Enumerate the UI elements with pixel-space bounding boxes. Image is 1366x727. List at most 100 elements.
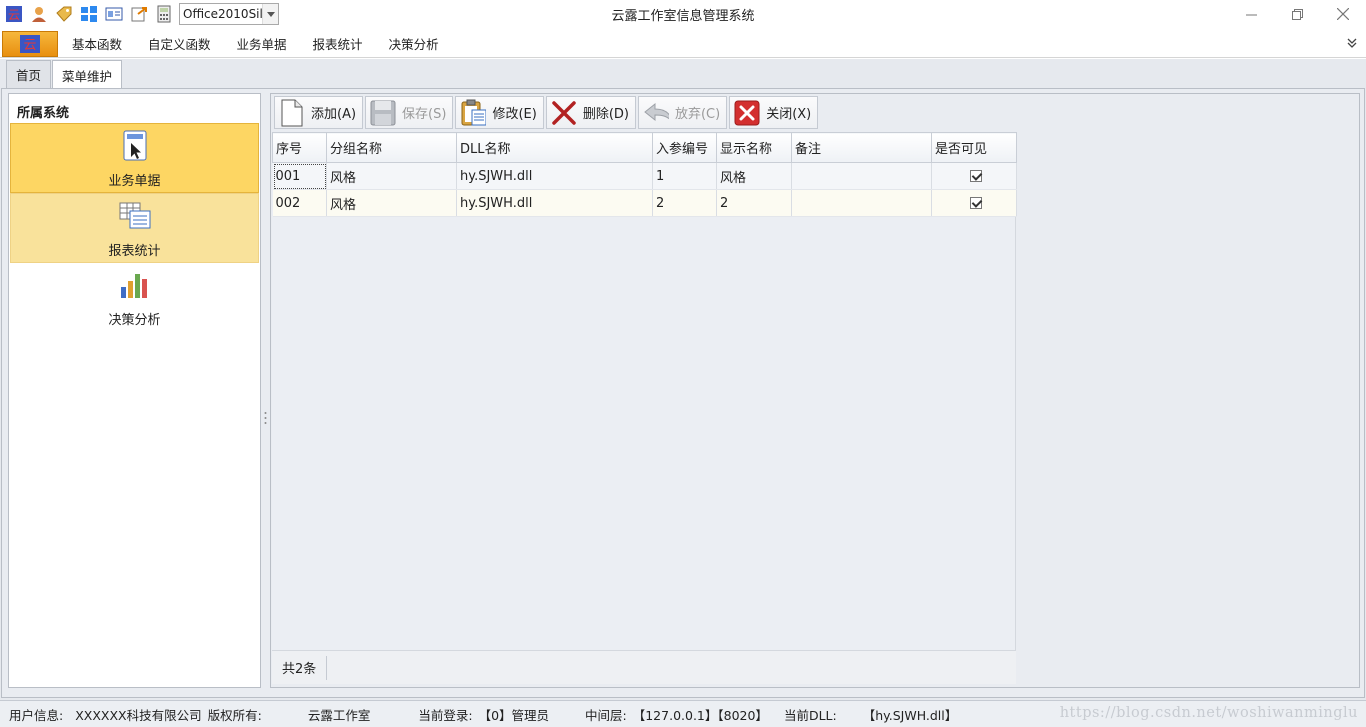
id-card-icon[interactable] [105, 5, 123, 23]
document-area: 首页 菜单维护 所属系统 业务单据 报表统计 决策分析 添加(A) 保存(S) … [0, 59, 1366, 700]
cell-visible[interactable] [931, 189, 1017, 217]
bar-chart-icon [119, 269, 151, 301]
app-logo-text: 云 [23, 38, 36, 53]
ribbon-tab-reports[interactable]: 报表统计 [300, 34, 376, 53]
skin-select-value: Office2010Silver [183, 7, 262, 21]
ribbon-tab-decision-analysis[interactable]: 决策分析 [376, 34, 452, 53]
nav-panel-title: 所属系统 [17, 106, 70, 121]
svg-text:云: 云 [8, 8, 20, 22]
column-header-remark[interactable]: 备注 [791, 132, 932, 163]
window-controls [1228, 0, 1366, 28]
floppy-disk-icon [370, 99, 396, 127]
nav-item-reports[interactable]: 报表统计 [10, 193, 259, 263]
app-menu-button[interactable]: 云 [2, 30, 58, 57]
ribbon-tab-custom-functions[interactable]: 自定义函数 [135, 34, 224, 53]
new-document-icon [279, 99, 305, 127]
tag-icon[interactable] [55, 5, 73, 23]
status-company: XXXXXX科技有限公司 [75, 707, 202, 723]
cell-dll[interactable]: hy.SJWH.dll [456, 162, 653, 190]
close-button-label: 关闭(X) [766, 107, 812, 122]
discard-button[interactable]: 放弃(C) [637, 96, 728, 129]
cell-seq[interactable]: 001 [272, 162, 327, 190]
status-login-value: 【0】管理员 [478, 707, 550, 723]
title-bar: 云 Office2010Silver 云露工作室信息管理系统 [0, 0, 1366, 28]
close-red-icon [734, 99, 760, 127]
grid-footer: 共2条 [272, 650, 1016, 684]
delete-button-label: 删除(D) [582, 107, 629, 122]
tab-menu-maintenance[interactable]: 菜单维护 [52, 60, 123, 89]
cell-seq[interactable]: 002 [272, 189, 327, 217]
clipboard-edit-icon [460, 99, 487, 127]
column-header-dll[interactable]: DLL名称 [456, 132, 653, 163]
status-user-label: 用户信息: [9, 707, 64, 723]
watermark: https://blog.csdn.net/woshiwanminglu [1059, 705, 1358, 721]
status-studio: 云露工作室 [307, 707, 371, 723]
nav-item-label: 报表统计 [108, 244, 161, 259]
skin-select[interactable]: Office2010Silver [179, 3, 279, 25]
tab-home[interactable]: 首页 [6, 60, 52, 88]
restore-icon [1291, 8, 1303, 20]
restore-button[interactable] [1274, 0, 1320, 28]
ribbon-menu: 云 基本函数 自定义函数 业务单据 报表统计 决策分析 [0, 30, 1366, 58]
document-body: 所属系统 业务单据 报表统计 决策分析 添加(A) 保存(S) 修改(E) 删除… [1, 88, 1365, 698]
ribbon-tab-business-docs[interactable]: 业务单据 [224, 34, 300, 53]
cursor-form-icon [121, 130, 149, 162]
splitter-handle[interactable] [264, 411, 267, 425]
cell-remark[interactable] [791, 189, 932, 217]
cell-group[interactable]: 风格 [326, 162, 457, 190]
user-icon[interactable] [30, 5, 48, 23]
status-middle-value: 【127.0.0.1】【8020】 [632, 707, 768, 723]
close-button[interactable]: 关闭(X) [729, 96, 819, 129]
document-tabs: 首页 菜单维护 [6, 60, 123, 89]
cell-display[interactable]: 2 [716, 189, 792, 217]
close-window-button[interactable] [1320, 0, 1366, 28]
visible-checkbox[interactable] [969, 197, 982, 209]
cell-display[interactable]: 风格 [716, 162, 792, 190]
cell-dll[interactable]: hy.SJWH.dll [456, 189, 653, 217]
toolbar: 添加(A) 保存(S) 修改(E) 删除(D) 放弃(C) 关闭(X) [274, 96, 820, 130]
app-logo-icon[interactable]: 云 [5, 5, 23, 23]
column-header-param[interactable]: 入参编号 [652, 132, 717, 163]
chevron-down-icon[interactable] [262, 4, 278, 24]
calculator-icon[interactable] [155, 5, 173, 23]
app-logo-icon: 云 [20, 34, 40, 53]
quick-access-toolbar: 云 [0, 5, 177, 23]
column-header-display[interactable]: 显示名称 [716, 132, 792, 163]
cell-param[interactable]: 2 [652, 189, 717, 217]
table-row[interactable]: 002 风格 hy.SJWH.dll 2 2 [272, 189, 1017, 217]
nav-item-label: 决策分析 [108, 313, 161, 328]
add-button[interactable]: 添加(A) [274, 96, 364, 129]
status-copyright-label: 版权所有: [207, 707, 262, 723]
cell-param[interactable]: 1 [652, 162, 717, 190]
save-button[interactable]: 保存(S) [365, 96, 454, 129]
windows-icon[interactable] [80, 5, 98, 23]
undo-arrow-icon [643, 99, 669, 127]
add-button-label: 添加(A) [311, 107, 357, 122]
grid-header-row: 序号 分组名称 DLL名称 入参编号 显示名称 备注 是否可见 [272, 132, 1017, 163]
close-icon [1337, 8, 1349, 20]
visible-checkbox[interactable] [969, 170, 982, 182]
ribbon-collapse-icon[interactable] [1346, 37, 1358, 49]
minimize-icon [1245, 14, 1257, 15]
status-dll-value: 【hy.SJWH.dll】 [862, 707, 958, 723]
nav-item-label: 业务单据 [108, 174, 161, 189]
edit-button[interactable]: 修改(E) [455, 96, 544, 129]
export-icon[interactable] [130, 5, 148, 23]
column-header-seq[interactable]: 序号 [272, 132, 327, 163]
cell-group[interactable]: 风格 [326, 189, 457, 217]
column-header-group[interactable]: 分组名称 [326, 132, 457, 163]
nav-item-business-docs[interactable]: 业务单据 [10, 123, 259, 193]
cell-visible[interactable] [931, 162, 1017, 190]
minimize-button[interactable] [1228, 0, 1274, 28]
record-count: 共2条 [272, 655, 328, 680]
status-dll-label: 当前DLL: [783, 707, 837, 723]
delete-button[interactable]: 删除(D) [545, 96, 636, 129]
status-middle-label: 中间层: [585, 707, 627, 723]
table-row[interactable]: 001 风格 hy.SJWH.dll 1 风格 [272, 162, 1017, 190]
cell-remark[interactable] [791, 162, 932, 190]
column-header-visible[interactable]: 是否可见 [931, 132, 1017, 163]
ribbon-tab-basic-functions[interactable]: 基本函数 [58, 34, 135, 53]
nav-panel: 所属系统 业务单据 报表统计 决策分析 [8, 93, 261, 688]
content-panel: 添加(A) 保存(S) 修改(E) 删除(D) 放弃(C) 关闭(X) 序号 分… [270, 93, 1360, 688]
nav-item-decision-analysis[interactable]: 决策分析 [10, 263, 259, 333]
